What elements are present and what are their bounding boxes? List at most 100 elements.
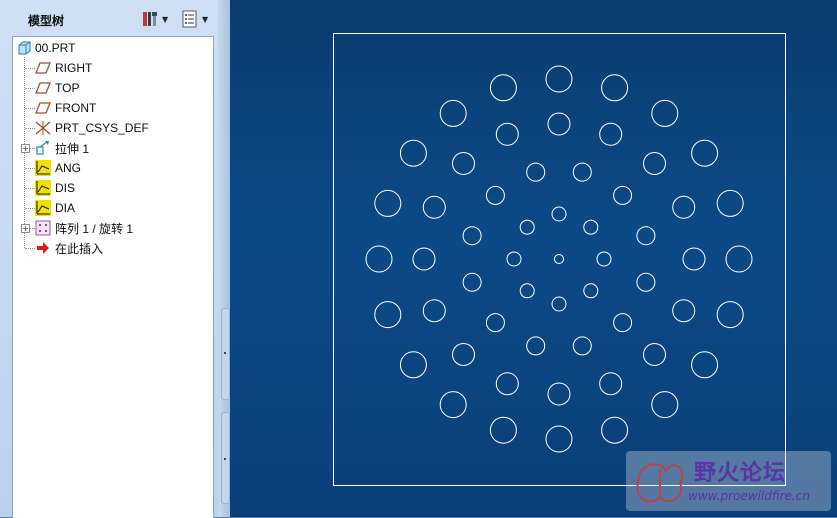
- hole-ring4-17: [651, 391, 679, 419]
- graphics-window[interactable]: [230, 0, 837, 517]
- tree-item-top[interactable]: TOP: [35, 78, 79, 98]
- tree-display-icon: [182, 10, 197, 28]
- hole-ring2-3: [526, 162, 546, 182]
- graph-icon: [35, 200, 51, 216]
- hole-ring3-6: [452, 152, 475, 175]
- hole-ring4-7: [439, 99, 467, 127]
- hole-ring1-2: [551, 206, 567, 222]
- expand-toggle[interactable]: +: [21, 144, 30, 153]
- hole-ring3-12: [547, 382, 571, 406]
- splitter-grip[interactable]: [221, 308, 230, 400]
- hole-ring4-4: [601, 74, 629, 102]
- watermark-url: www.proewildfire.cn: [688, 489, 810, 503]
- hole-ring3-11: [495, 372, 519, 396]
- grip-dot: [224, 458, 226, 460]
- hole-ring3-15: [672, 299, 696, 323]
- hole-ring2-11: [636, 272, 656, 292]
- hole-ring3-13: [599, 372, 623, 396]
- hole-ring3-14: [643, 343, 666, 366]
- pattern-icon: [35, 220, 51, 236]
- tree-item-front[interactable]: FRONT: [35, 98, 96, 118]
- hole-ring4-13: [439, 391, 467, 419]
- hole-ring2-0: [636, 226, 656, 246]
- part-icon: [18, 41, 31, 55]
- hole-ring1-5: [519, 283, 535, 299]
- hole-ring4-9: [374, 189, 402, 217]
- datum-plane-icon: [35, 102, 51, 114]
- hole-ring4-8: [399, 139, 427, 167]
- model-tree-panel: 模型树 ▼ ▼ 00.PRT RIGHT TOP FRONT PRT_CSYS_…: [0, 0, 218, 518]
- hole-ring2-1: [613, 185, 633, 205]
- hole-ring4-6: [489, 74, 517, 102]
- insert-here-arrow-icon: [37, 242, 49, 254]
- tree-item-ang[interactable]: ANG: [35, 158, 81, 178]
- chevron-down-icon: ▼: [162, 14, 169, 24]
- hole-ring2-9: [572, 336, 592, 356]
- plate-outline: [333, 33, 786, 486]
- hole-ring4-19: [716, 301, 744, 329]
- hole-pattern: [365, 65, 753, 453]
- datum-plane-icon: [35, 82, 51, 94]
- hole-ring4-1: [716, 189, 744, 217]
- hole-ring2-4: [485, 185, 505, 205]
- hole-ring3-0: [682, 247, 706, 271]
- hole-ring3-4: [547, 112, 571, 136]
- model-tree-title: 模型树: [28, 14, 65, 28]
- hole-ring1-4: [506, 251, 522, 267]
- hole-ring3-9: [422, 299, 446, 323]
- hole-ring3-10: [452, 343, 475, 366]
- tree-item-dis[interactable]: DIS: [35, 178, 75, 198]
- tree-item-dia[interactable]: DIA: [35, 198, 75, 218]
- hole-ring3-3: [599, 122, 623, 146]
- tree-item-right[interactable]: RIGHT: [35, 58, 92, 78]
- tree-item-root[interactable]: 00.PRT: [17, 38, 75, 58]
- hole-ring4-10: [365, 245, 393, 273]
- tree-settings-icon: [143, 12, 157, 26]
- watermark-logo-icon: [636, 463, 684, 503]
- graph-icon: [35, 180, 51, 196]
- chevron-down-icon: ▼: [202, 14, 209, 24]
- watermark-title: 野火论坛: [694, 461, 787, 486]
- hole-ring4-2: [691, 139, 719, 167]
- hole-ring3-5: [495, 122, 519, 146]
- tree-item-extrude[interactable]: 拉伸 1: [35, 138, 89, 158]
- hole-ring1-0: [596, 251, 612, 267]
- coordinate-system-icon: [35, 121, 51, 135]
- hole-ring2-5: [462, 226, 482, 246]
- hole-ring4-5: [545, 65, 573, 93]
- hole-ring1-1: [583, 219, 599, 235]
- hole-ring4-14: [489, 416, 517, 444]
- hole-ring2-7: [485, 313, 505, 333]
- hole-ring4-11: [374, 301, 402, 329]
- tree-item-insert-here[interactable]: 在此插入: [35, 238, 103, 258]
- grip-dot: [224, 352, 226, 354]
- sketch-canvas: [333, 33, 786, 486]
- hole-ring4-16: [601, 416, 629, 444]
- hole-ring4-0: [725, 245, 753, 273]
- expand-toggle[interactable]: +: [21, 224, 30, 233]
- hole-ring1-7: [583, 283, 599, 299]
- graph-icon: [35, 160, 51, 176]
- model-tree-header: 模型树 ▼ ▼: [0, 0, 218, 36]
- model-tree: 00.PRT RIGHT TOP FRONT PRT_CSYS_DEF + 拉伸…: [12, 36, 214, 518]
- hole-ring3-8: [412, 247, 436, 271]
- tree-item-csys[interactable]: PRT_CSYS_DEF: [35, 118, 149, 138]
- hole-ring4-15: [545, 425, 573, 453]
- hole-ring2-8: [526, 336, 546, 356]
- tree-item-pattern[interactable]: 阵列 1 / 旋转 1: [35, 218, 133, 238]
- tree-settings-button[interactable]: ▼: [141, 9, 168, 29]
- hole-ring3-7: [422, 195, 446, 219]
- hole-ring2-2: [572, 162, 592, 182]
- watermark: 野火论坛 www.proewildfire.cn: [626, 451, 831, 511]
- hole-ring1-3: [519, 219, 535, 235]
- tree-display-button[interactable]: ▼: [181, 9, 208, 29]
- hole-ring2-10: [613, 313, 633, 333]
- datum-plane-icon: [35, 62, 51, 74]
- hole-ring0-0: [554, 254, 564, 264]
- extrude-icon: [36, 141, 49, 155]
- hole-ring3-1: [672, 195, 696, 219]
- hole-ring4-3: [651, 99, 679, 127]
- hole-ring4-12: [399, 351, 427, 379]
- hole-ring1-6: [551, 296, 567, 312]
- hole-ring4-18: [691, 351, 719, 379]
